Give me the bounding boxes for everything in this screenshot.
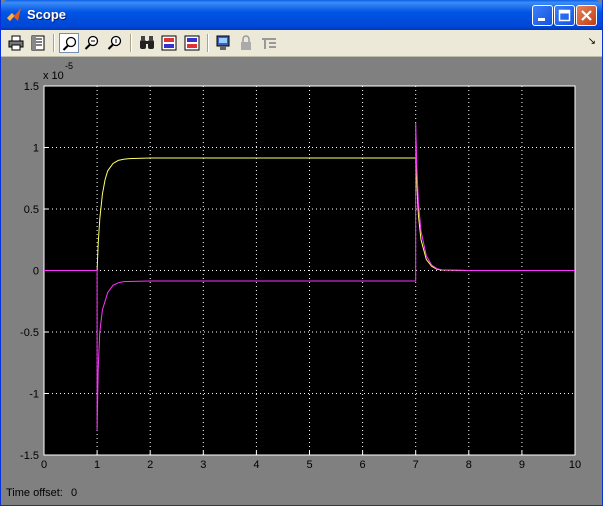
minimize-button[interactable] (532, 5, 553, 26)
x-tick-label: 1 (94, 459, 100, 471)
close-icon (581, 10, 592, 21)
x-tick-label: 4 (253, 459, 259, 471)
status-bar: Time offset: 0 (1, 482, 602, 505)
signal-selection-button[interactable] (259, 33, 279, 53)
y-exponent-label: x 10 (43, 70, 64, 82)
scope-plot[interactable]: x 10 -5 0 1 2 3 4 5 6 7 8 9 10 1.5 1 0.5 0 -0.5 -1 -1.5 (1, 57, 602, 482)
zoom-icon (62, 36, 77, 51)
x-tick-label: 6 (360, 459, 366, 471)
print-icon (8, 35, 24, 51)
x-tick-label: 8 (466, 459, 472, 471)
y-exponent-power: -5 (65, 61, 73, 71)
toolbar-overflow-icon[interactable]: ↘ (588, 36, 596, 47)
zoom-x-icon (84, 35, 99, 50)
time-offset-value: 0 (71, 487, 78, 499)
restore-axes-icon (184, 35, 200, 51)
maximize-button[interactable] (554, 5, 575, 26)
y-tick-label: -0.5 (20, 327, 39, 339)
x-tick-label: 7 (413, 459, 419, 471)
y-tick-label: 0.5 (24, 204, 39, 216)
x-tick-label: 10 (569, 459, 581, 471)
scope-window: Scope ↘ x 10 -5 0 1 2 3 4 5 6 7 8 9 10 1… (0, 0, 603, 506)
floating-scope-button[interactable] (213, 33, 233, 53)
save-axes-icon (161, 35, 177, 51)
matlab-icon (7, 8, 21, 21)
x-tick-label: 5 (306, 459, 312, 471)
autoscale-button[interactable] (137, 33, 157, 53)
toolbar: ↘ (1, 30, 602, 57)
maximize-icon (558, 9, 571, 22)
zoom-x-button[interactable] (82, 33, 102, 53)
lock-button[interactable] (236, 33, 256, 53)
toolbar-separator (130, 34, 132, 52)
time-offset-label: Time offset: (6, 487, 63, 499)
plot-area[interactable]: x 10 -5 0 1 2 3 4 5 6 7 8 9 10 1.5 1 0.5 0 -0.5 -1 -1.5 (1, 57, 602, 482)
y-tick-label: 0 (33, 266, 39, 278)
autoscale-icon (140, 36, 154, 49)
close-button[interactable] (576, 5, 597, 26)
zoom-button[interactable] (59, 33, 79, 53)
y-tick-label: -1 (29, 389, 39, 401)
restore-axes-button[interactable] (182, 33, 202, 53)
signal-selection-icon (262, 38, 276, 49)
zoom-y-button[interactable] (105, 33, 125, 53)
x-tick-label: 3 (200, 459, 206, 471)
x-tick-label: 0 (41, 459, 47, 471)
x-tick-label: 2 (147, 459, 153, 471)
parameters-button[interactable] (28, 33, 48, 53)
zoom-y-icon (107, 35, 122, 50)
x-tick-label: 9 (519, 459, 525, 471)
window-title: Scope (27, 7, 67, 22)
y-tick-label: -1.5 (20, 450, 39, 462)
floating-scope-icon (216, 35, 230, 50)
save-axes-button[interactable] (159, 33, 179, 53)
y-tick-label: 1.5 (24, 81, 39, 93)
y-tick-label: 1 (33, 143, 39, 155)
minimize-icon (538, 18, 545, 21)
print-button[interactable] (6, 33, 26, 53)
parameters-icon (31, 35, 45, 51)
toolbar-separator (53, 34, 55, 52)
toolbar-separator (207, 34, 209, 52)
title-bar[interactable]: Scope (1, 0, 602, 30)
lock-icon (241, 35, 251, 50)
